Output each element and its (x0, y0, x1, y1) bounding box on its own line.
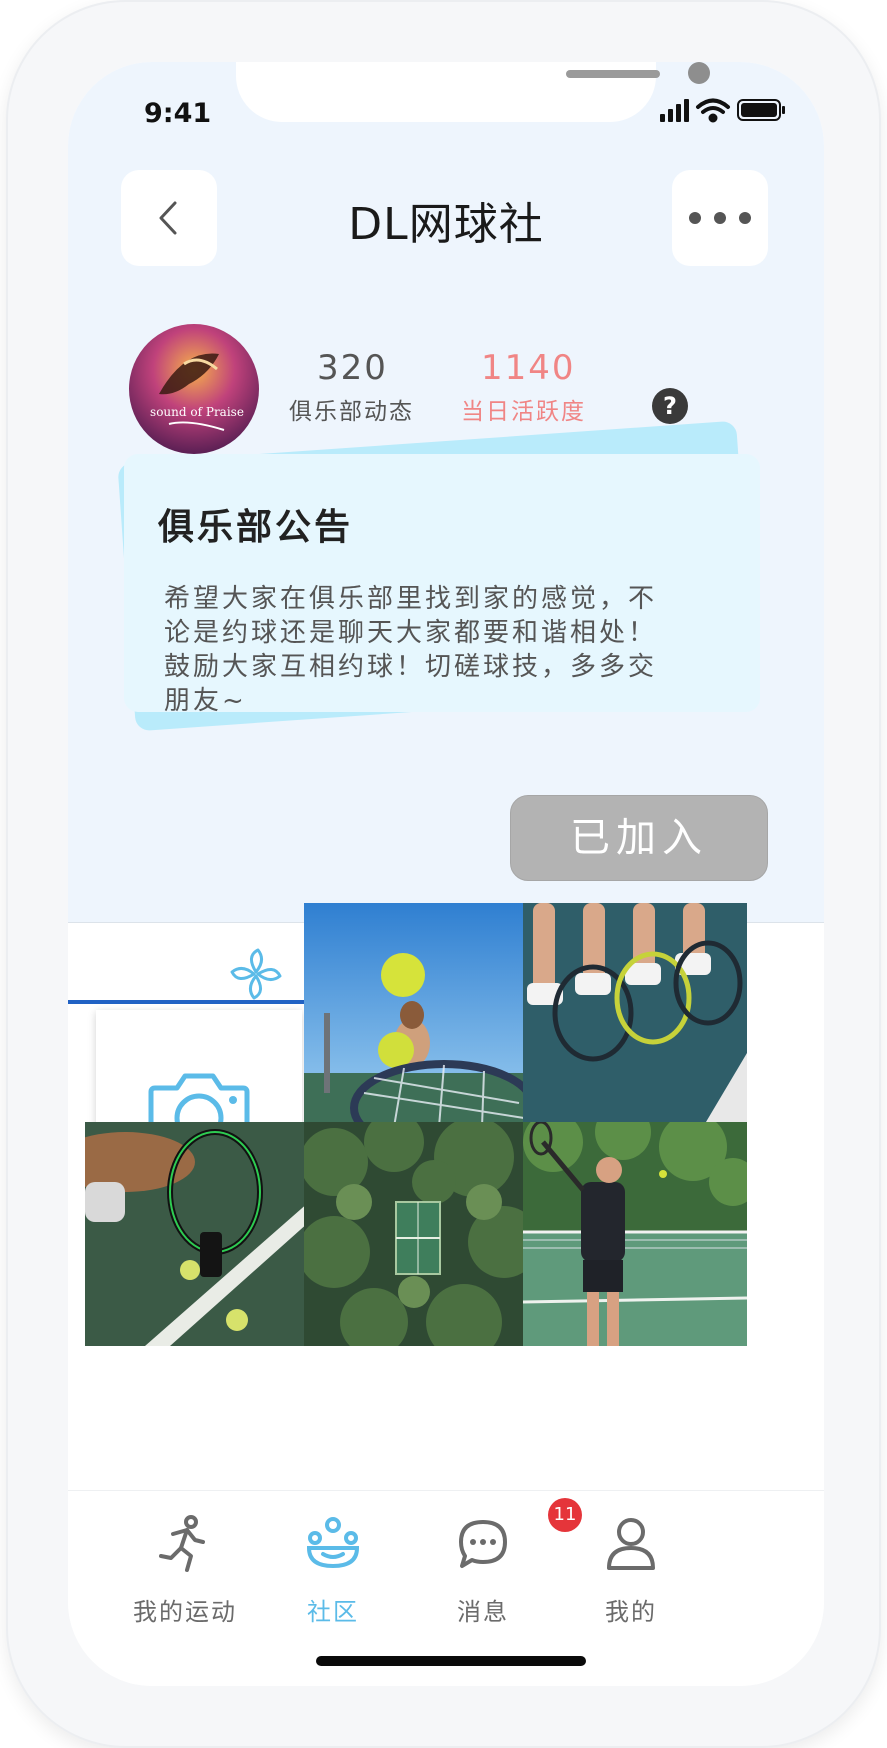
activity-label: 当日活跃度 (461, 399, 586, 425)
nav-profile[interactable]: 我的 (556, 1508, 706, 1628)
status-time: 9:41 (144, 98, 212, 129)
nav-label: 我的运动 (133, 1598, 237, 1626)
nav-messages[interactable]: 消息 (408, 1508, 558, 1628)
gallery-photo[interactable] (523, 1122, 747, 1346)
battery-icon (737, 99, 785, 121)
profile-icon (607, 1518, 655, 1570)
posts-count: 320 (317, 348, 388, 388)
ellipsis-icon (689, 212, 751, 224)
notice-line: 希望大家在俱乐部里找到家的感觉，不 (164, 584, 658, 614)
phone-screen: 9:41 DL网球社 sound of Praise 320 俱乐部动态 114… (68, 62, 824, 1686)
speaker (566, 70, 660, 78)
gallery-photo[interactable] (523, 903, 747, 1127)
running-icon (159, 1515, 205, 1572)
notice-line: 论是约球还是聊天大家都要和谐相处！ (164, 618, 658, 648)
pinwheel-icon (230, 948, 282, 1000)
activity-count: 1140 (481, 348, 576, 388)
avatar-logo-text: sound of Praise (150, 405, 244, 419)
front-camera (688, 62, 710, 84)
joined-button[interactable]: 已加入 (510, 795, 768, 881)
signal-icon (660, 99, 689, 122)
back-button[interactable] (121, 170, 217, 266)
wifi-icon (696, 98, 730, 123)
status-icons (660, 96, 800, 126)
notch (236, 62, 710, 122)
notice-line: 鼓励大家互相约球！切磋球技，多多交 (164, 652, 658, 682)
page-title: DL网球社 (348, 199, 544, 250)
club-avatar[interactable]: sound of Praise (129, 324, 259, 454)
nav-label: 社区 (307, 1598, 359, 1626)
nav-label: 消息 (457, 1598, 509, 1626)
nav-my-sports[interactable]: 我的运动 (110, 1508, 260, 1628)
notice-title: 俱乐部公告 (158, 507, 354, 548)
gallery-photo[interactable] (85, 1122, 309, 1346)
nav-label: 我的 (605, 1598, 657, 1626)
notice-line: 朋友~ (164, 686, 247, 716)
more-button[interactable] (672, 170, 768, 266)
notice-body: 希望大家在俱乐部里找到家的感觉，不 论是约球还是聊天大家都要和谐相处！ 鼓励大家… (164, 582, 704, 718)
gallery-photo[interactable] (304, 1122, 528, 1346)
phone-frame: 9:41 DL网球社 sound of Praise 320 俱乐部动态 114… (6, 0, 881, 1748)
posts-label: 俱乐部动态 (289, 399, 414, 425)
gallery-photo[interactable] (304, 903, 528, 1127)
help-icon[interactable]: ? (652, 388, 688, 424)
message-icon (459, 1520, 507, 1568)
community-icon (306, 1517, 360, 1569)
home-indicator[interactable] (316, 1656, 586, 1666)
nav-community[interactable]: 社区 (258, 1508, 408, 1628)
chevron-left-icon (159, 201, 177, 235)
